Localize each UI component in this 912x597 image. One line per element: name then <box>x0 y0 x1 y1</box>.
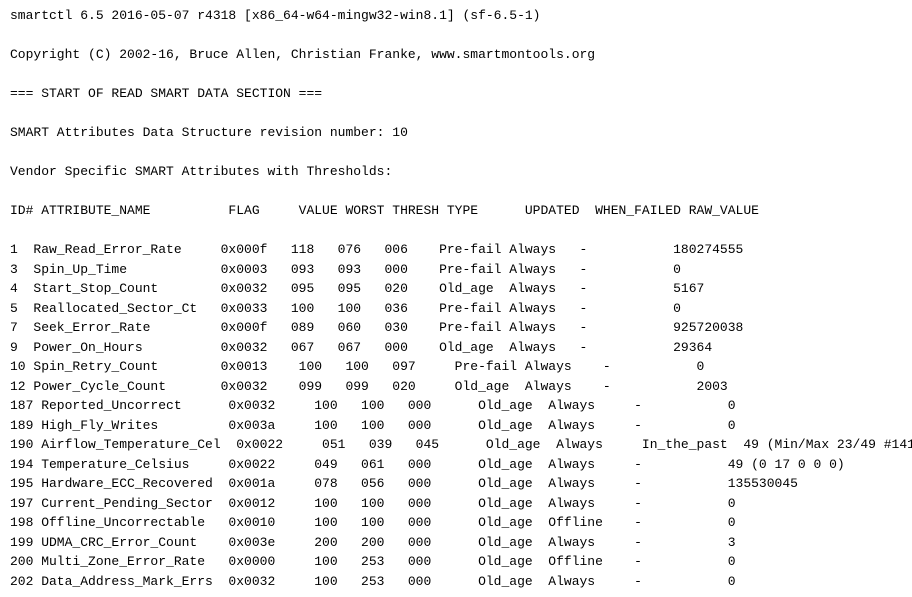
table-row: 200 Multi_Zone_Error_Rate 0x0000 100 253… <box>10 552 902 572</box>
table-row: 190 Airflow_Temperature_Cel 0x0022 051 0… <box>10 435 902 455</box>
section-header: === START OF READ SMART DATA SECTION === <box>10 84 902 104</box>
blank-line <box>10 26 902 46</box>
table-row: 1 Raw_Read_Error_Rate 0x000f 118 076 006… <box>10 240 902 260</box>
table-row: 189 High_Fly_Writes 0x003a 100 100 000 O… <box>10 416 902 436</box>
table-row: 5 Reallocated_Sector_Ct 0x0033 100 100 0… <box>10 299 902 319</box>
table-row: 12 Power_Cycle_Count 0x0032 099 099 020 … <box>10 377 902 397</box>
blank-line <box>10 143 902 163</box>
table-row: 199 UDMA_CRC_Error_Count 0x003e 200 200 … <box>10 533 902 553</box>
table-row: 197 Current_Pending_Sector 0x0012 100 10… <box>10 494 902 514</box>
table-row: 198 Offline_Uncorrectable 0x0010 100 100… <box>10 513 902 533</box>
vendor-line: Vendor Specific SMART Attributes with Th… <box>10 162 902 182</box>
table-row: 3 Spin_Up_Time 0x0003 093 093 000 Pre-fa… <box>10 260 902 280</box>
table-row: 194 Temperature_Celsius 0x0022 049 061 0… <box>10 455 902 475</box>
revision-line: SMART Attributes Data Structure revision… <box>10 123 902 143</box>
blank-line <box>10 104 902 124</box>
table-row: 202 Data_Address_Mark_Errs 0x0032 100 25… <box>10 572 902 592</box>
table-row: 195 Hardware_ECC_Recovered 0x001a 078 05… <box>10 474 902 494</box>
table-row: 4 Start_Stop_Count 0x0032 095 095 020 Ol… <box>10 279 902 299</box>
copyright-line: Copyright (C) 2002-16, Bruce Allen, Chri… <box>10 45 902 65</box>
blank-line <box>10 182 902 202</box>
table-row: 10 Spin_Retry_Count 0x0013 100 100 097 P… <box>10 357 902 377</box>
table-header-row: ID# ATTRIBUTE_NAME FLAG VALUE WORST THRE… <box>10 201 902 221</box>
table-row: 9 Power_On_Hours 0x0032 067 067 000 Old_… <box>10 338 902 358</box>
blank-line <box>10 221 902 241</box>
table-row: 7 Seek_Error_Rate 0x000f 089 060 030 Pre… <box>10 318 902 338</box>
table-row: 187 Reported_Uncorrect 0x0032 100 100 00… <box>10 396 902 416</box>
tool-version-line: smartctl 6.5 2016-05-07 r4318 [x86_64-w6… <box>10 6 902 26</box>
blank-line <box>10 65 902 85</box>
